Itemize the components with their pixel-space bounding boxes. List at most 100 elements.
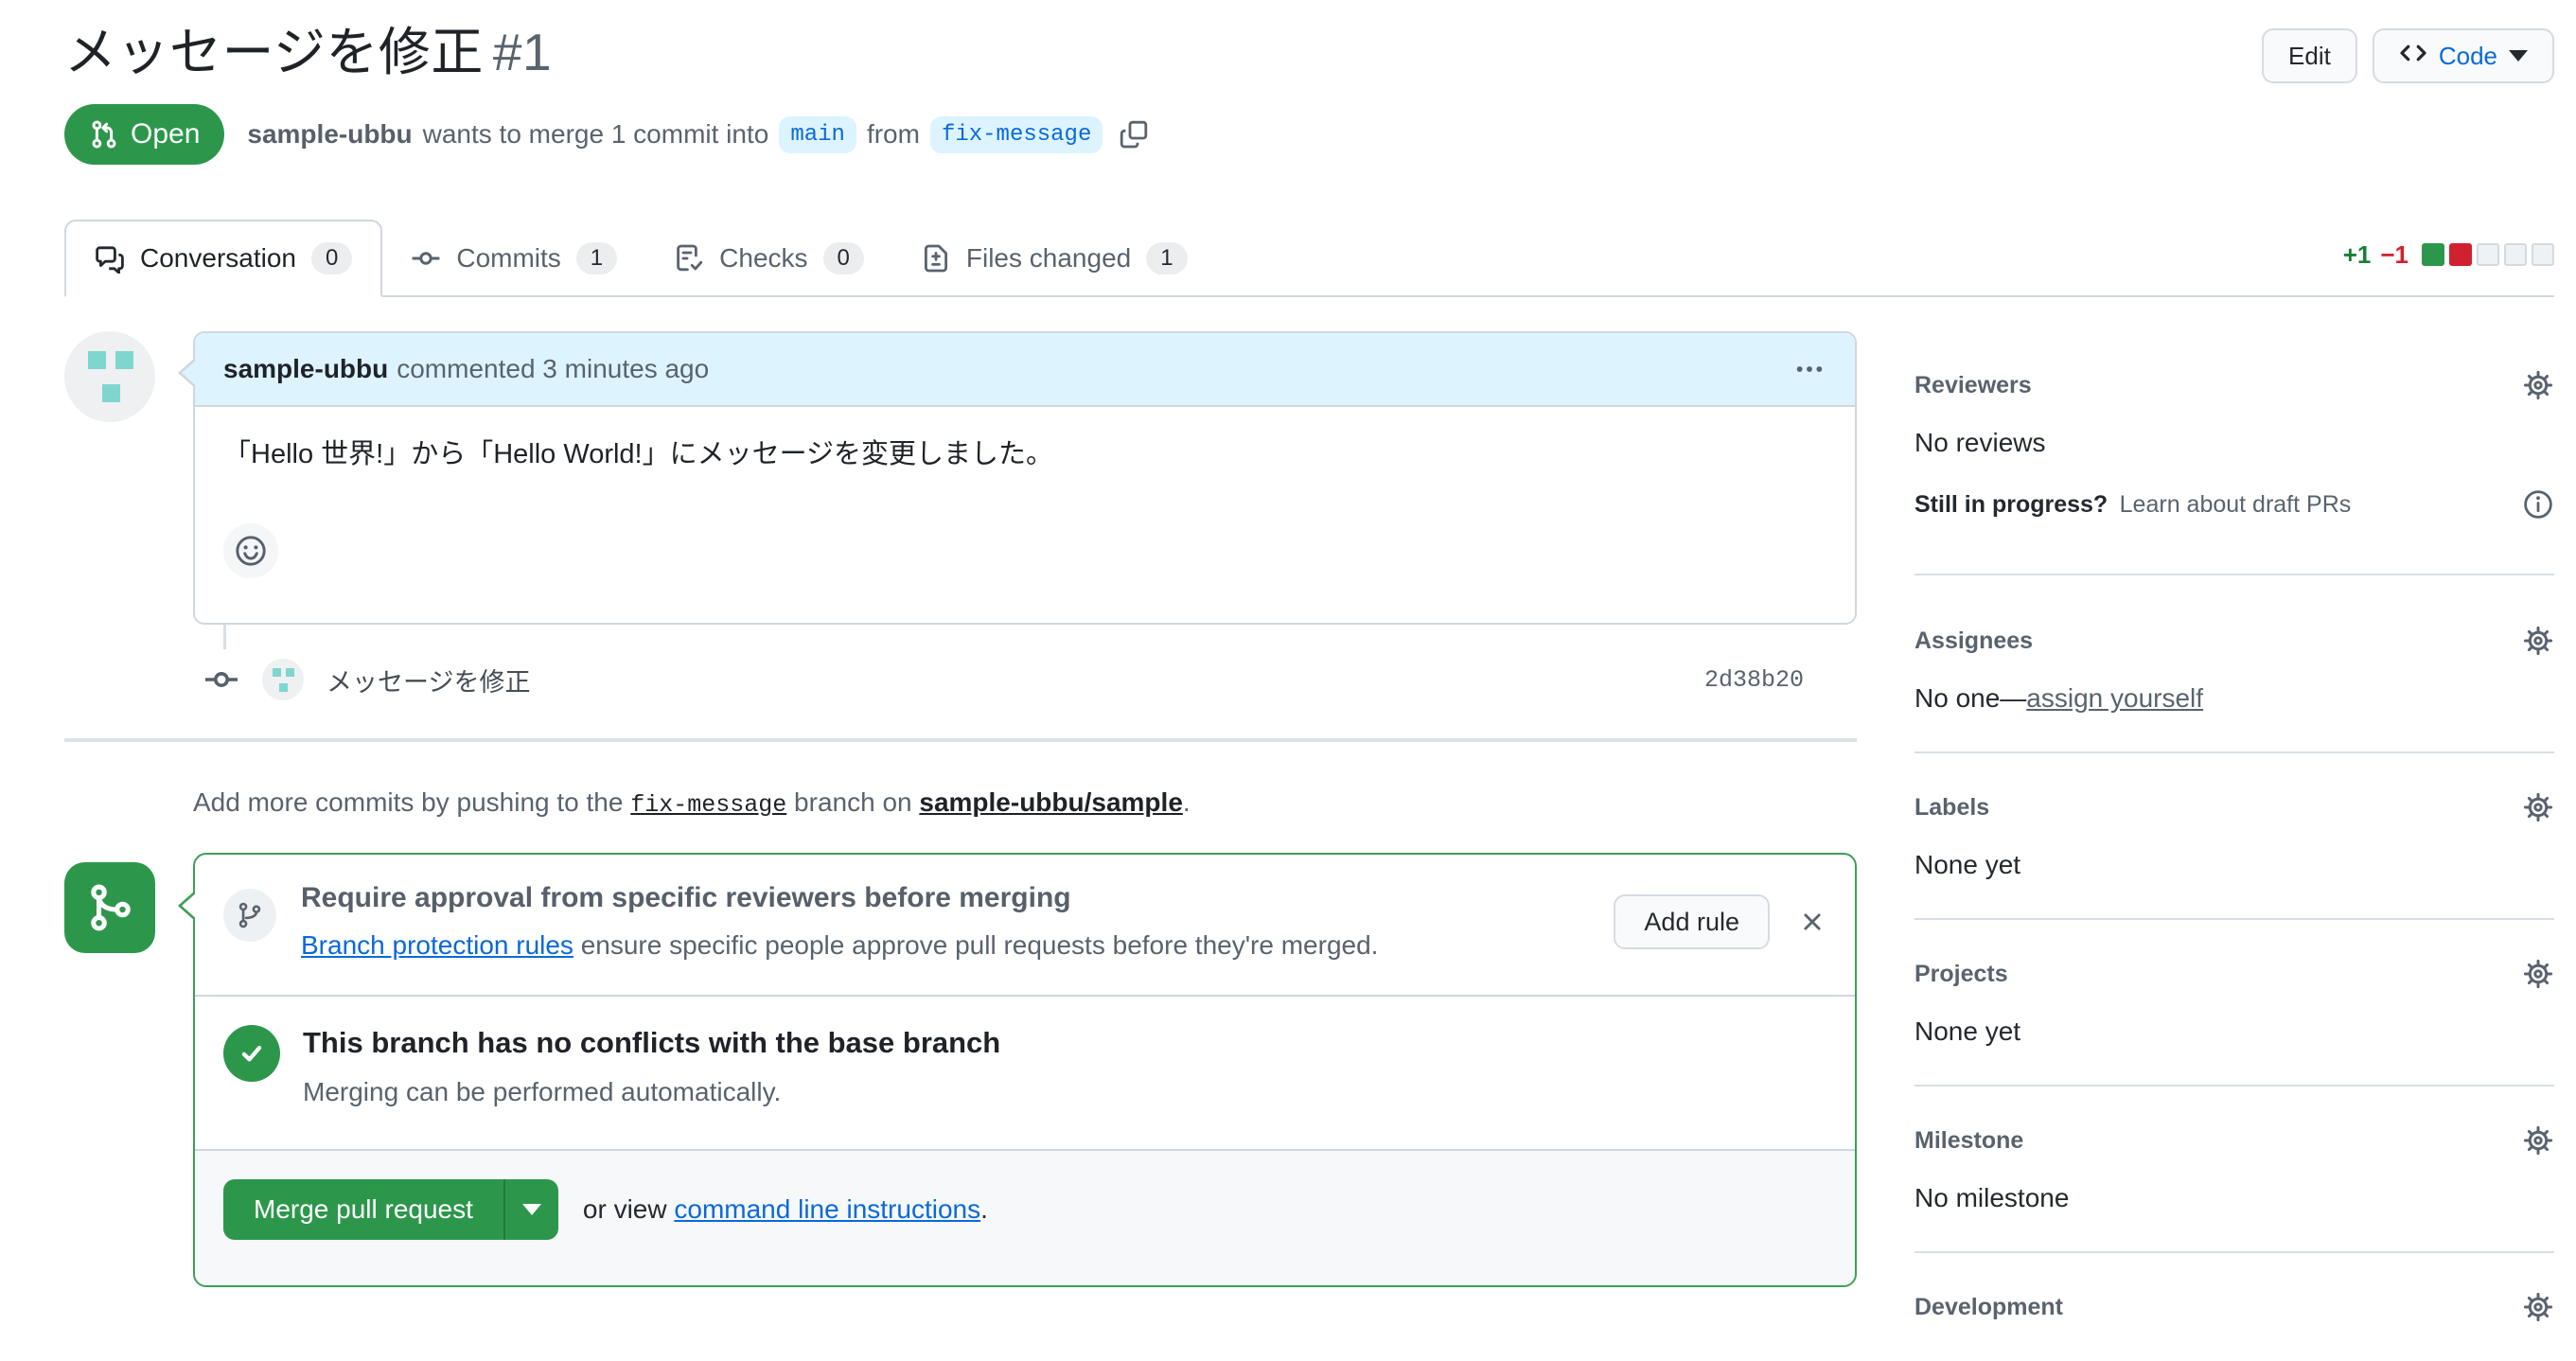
base-branch-label[interactable]: main: [779, 115, 856, 153]
assign-yourself-link[interactable]: assign yourself: [2026, 683, 2203, 713]
tab-commits-count: 1: [575, 242, 618, 274]
sidebar-section-milestone: Milestone No milestone: [1914, 1124, 2554, 1253]
code-button[interactable]: Code: [2372, 28, 2554, 83]
add-rule-button[interactable]: Add rule: [1614, 894, 1770, 949]
from-word: from: [866, 119, 920, 149]
merge-section: Require approval from specific reviewers…: [64, 853, 1857, 1287]
development-gear-button[interactable]: [2522, 1291, 2554, 1323]
gear-icon: [2522, 1124, 2554, 1157]
diffstat-additions: +1: [2342, 239, 2372, 269]
milestone-heading: Milestone: [1914, 1126, 2024, 1154]
push-hint-prefix: Add more commits by pushing to the: [193, 787, 624, 817]
reviewers-gear-button[interactable]: [2522, 369, 2554, 401]
assignees-heading: Assignees: [1914, 627, 2034, 654]
gear-icon: [2522, 1291, 2554, 1323]
edit-button[interactable]: Edit: [2262, 28, 2357, 83]
pr-header: メッセージを修正 #1 Edit Code: [64, 0, 2554, 83]
git-commit-icon: [203, 662, 239, 698]
command-line-instructions-link[interactable]: command line instructions: [674, 1194, 980, 1224]
commit-row: メッセージを修正 2d38b20: [64, 649, 1857, 714]
labels-header: Labels: [1914, 791, 2554, 823]
branch-protection-rules-link[interactable]: Branch protection rules: [301, 930, 573, 960]
comment-meta: commented 3 minutes ago: [397, 354, 710, 383]
merge-pull-request-split-button: Merge pull request: [223, 1178, 558, 1240]
smiley-icon: [234, 534, 268, 568]
push-hint-branch-link[interactable]: fix-message: [630, 791, 786, 819]
comment-box: sample-ubbu commented 3 minutes ago 「Hel…: [178, 331, 1857, 625]
commit-author-avatar[interactable]: [262, 659, 304, 700]
diffstat-block-neutral: [2477, 243, 2499, 266]
labels-gear-button[interactable]: [2522, 791, 2554, 823]
labels-heading: Labels: [1914, 793, 1990, 821]
branch-protection-description-text: ensure specific people approve pull requ…: [580, 930, 1379, 960]
tab-files-changed-label: Files changed: [965, 243, 1132, 273]
comment-text: 「Hello 世界!」から「Hello World!」にメッセージを変更しました…: [223, 439, 1054, 469]
draft-pr-hint-text: Still in progress? Learn about draft PRs: [1914, 491, 2351, 519]
git-merge-icon: [64, 862, 155, 953]
pr-title-text: メッセージを修正: [64, 23, 484, 81]
assignees-gear-button[interactable]: [2522, 625, 2554, 657]
commit-message-link[interactable]: メッセージを修正: [326, 662, 530, 698]
status-row: Open sample-ubbu wants to merge 1 commit…: [64, 104, 2554, 165]
info-icon[interactable]: [2522, 488, 2554, 521]
code-icon: [2399, 39, 2427, 74]
kebab-menu-button[interactable]: [1792, 352, 1826, 386]
draft-pr-bold: Still in progress?: [1914, 490, 2108, 518]
draft-pr-hint: Still in progress? Learn about draft PRs: [1914, 488, 2554, 521]
reviewers-empty-text: No reviews: [1914, 428, 2046, 457]
sidebar: Reviewers No reviews Still in progress? …: [1914, 331, 2554, 1361]
merge-phrase: wants to merge 1 commit into: [422, 119, 769, 149]
or-view-text: or view: [582, 1193, 667, 1224]
close-icon: [1798, 908, 1826, 936]
merge-description: sample-ubbu wants to merge 1 commit into…: [247, 115, 1149, 153]
avatar[interactable]: [64, 331, 155, 422]
checklist-icon: [674, 243, 704, 274]
diffstat-block-addition: [2422, 243, 2444, 266]
diffstat-block-neutral: [2504, 243, 2527, 266]
diffstat: +1 −1: [2343, 240, 2554, 275]
page-title: メッセージを修正 #1: [64, 21, 552, 83]
pr-description-comment: sample-ubbu commented 3 minutes ago 「Hel…: [64, 331, 1857, 625]
branch-protection-texts: Require approval from specific reviewers…: [301, 881, 1614, 961]
tab-commits[interactable]: Commits 1: [382, 221, 645, 295]
diffstat-blocks: [2422, 243, 2554, 266]
dismiss-banner-button[interactable]: [1798, 908, 1826, 936]
projects-gear-button[interactable]: [2522, 958, 2554, 990]
sidebar-section-assignees: Assignees No one—assign yourself: [1914, 625, 2554, 753]
assignees-header: Assignees: [1914, 625, 2554, 657]
merge-options-dropdown[interactable]: [503, 1178, 558, 1240]
milestone-empty-text: No milestone: [1914, 1183, 2070, 1212]
milestone-gear-button[interactable]: [2522, 1124, 2554, 1157]
pr-number: #1: [492, 23, 553, 81]
tab-checks[interactable]: Checks 0: [645, 221, 892, 295]
copy-branch-button[interactable]: [1119, 119, 1149, 150]
merge-pull-request-button[interactable]: Merge pull request: [223, 1179, 503, 1240]
gear-icon: [2522, 625, 2554, 657]
projects-empty-text: None yet: [1914, 1016, 2021, 1046]
merge-box: Require approval from specific reviewers…: [178, 853, 1857, 1287]
sidebar-section-development: Development: [1914, 1291, 2554, 1361]
gear-icon: [2522, 369, 2554, 401]
push-hint-middle: branch on: [794, 787, 912, 817]
branch-protection-description: Branch protection rules ensure specific …: [301, 930, 1614, 961]
tab-files-changed-count: 1: [1146, 242, 1188, 274]
milestone-header: Milestone: [1914, 1124, 2554, 1157]
tab-conversation-label: Conversation: [140, 243, 296, 273]
comment-author[interactable]: sample-ubbu: [223, 354, 388, 384]
no-one-text: No one—: [1914, 683, 2027, 713]
tab-conversation[interactable]: Conversation 0: [64, 220, 383, 297]
head-branch-label[interactable]: fix-message: [929, 115, 1103, 153]
kebab-horizontal-icon: [1792, 352, 1826, 386]
pr-author[interactable]: sample-ubbu: [247, 119, 412, 150]
tab-files-changed[interactable]: Files changed 1: [892, 221, 1216, 295]
copy-icon: [1119, 119, 1149, 150]
open-state-badge: Open: [64, 104, 225, 165]
learn-about-draft-prs-link[interactable]: Learn about draft PRs: [2120, 491, 2352, 518]
cli-hint: or view command line instructions.: [583, 1194, 988, 1225]
push-hint-repo-link[interactable]: sample-ubbu/sample: [919, 787, 1183, 817]
add-reaction-button[interactable]: [223, 522, 278, 578]
merge-actions: Merge pull request or view command line …: [195, 1150, 1855, 1285]
projects-heading: Projects: [1914, 960, 2008, 987]
tab-checks-count: 0: [822, 242, 864, 274]
commit-sha-link[interactable]: 2d38b20: [1704, 666, 1857, 694]
